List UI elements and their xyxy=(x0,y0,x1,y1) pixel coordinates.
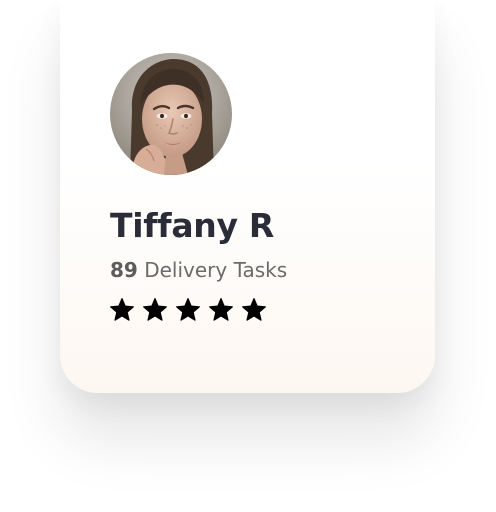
task-label: Delivery Tasks xyxy=(144,258,288,282)
rating-stars xyxy=(109,297,267,323)
star-icon xyxy=(176,298,200,321)
star-icon xyxy=(209,298,233,321)
profile-card: Tiffany R 89 Delivery Tasks xyxy=(60,0,435,393)
task-summary: 89 Delivery Tasks xyxy=(110,258,287,282)
avatar-photo xyxy=(110,53,232,175)
avatar xyxy=(110,53,232,175)
page-background: Tiffany R 89 Delivery Tasks xyxy=(0,0,496,512)
star-icon xyxy=(110,298,134,321)
task-count: 89 xyxy=(110,258,138,282)
profile-name: Tiffany R xyxy=(110,206,275,245)
star-icon xyxy=(143,298,167,321)
star-icon xyxy=(242,298,266,321)
